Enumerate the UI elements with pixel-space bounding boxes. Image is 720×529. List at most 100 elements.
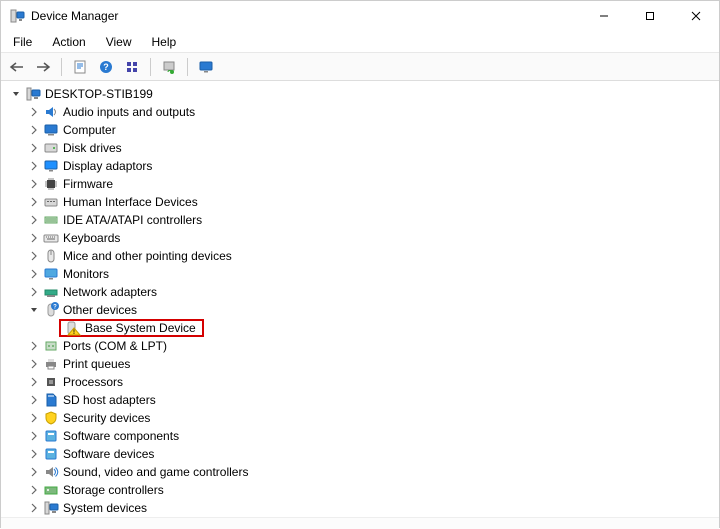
tree-node[interactable]: Processors (7, 373, 713, 391)
chevron-right-icon[interactable] (27, 159, 41, 173)
menu-file[interactable]: File (5, 33, 40, 51)
chevron-right-icon[interactable] (27, 375, 41, 389)
help-button[interactable] (94, 56, 118, 78)
tree-node[interactable]: SD host adapters (7, 391, 713, 409)
device-tree[interactable]: DESKTOP-STIB199 Audio inputs and outputs C… (1, 81, 719, 517)
port-icon (43, 338, 59, 354)
tree-node-label: DESKTOP-STIB199 (45, 87, 153, 101)
chevron-right-icon[interactable] (27, 357, 41, 371)
cpu-icon (43, 374, 59, 390)
tree-node-label: Other devices (63, 303, 137, 317)
tree-node-label: Print queues (63, 357, 130, 371)
sd-icon (43, 392, 59, 408)
close-button[interactable] (673, 1, 719, 31)
tree-node-label: Audio inputs and outputs (63, 105, 195, 119)
tree-node[interactable]: Software components (7, 427, 713, 445)
tree-node-label: Sound, video and game controllers (63, 465, 248, 479)
app-icon (9, 8, 25, 24)
chevron-right-icon[interactable] (27, 393, 41, 407)
chevron-right-icon[interactable] (27, 123, 41, 137)
tree-node[interactable]: Mice and other pointing devices (7, 247, 713, 265)
menu-action[interactable]: Action (44, 33, 93, 51)
chevron-down-icon[interactable] (27, 303, 41, 317)
monitor-icon (43, 266, 59, 282)
chevron-right-icon[interactable] (27, 267, 41, 281)
forward-button[interactable] (31, 56, 55, 78)
printer-icon (43, 356, 59, 372)
tree-node[interactable]: Base System Device (7, 319, 713, 337)
tree-node-label: SD host adapters (63, 393, 156, 407)
speaker-icon (43, 104, 59, 120)
menu-help[interactable]: Help (144, 33, 185, 51)
tree-node[interactable]: Disk drives (7, 139, 713, 157)
tree-node-label: Storage controllers (63, 483, 164, 497)
tree-node[interactable]: Display adaptors (7, 157, 713, 175)
mouse-icon (43, 248, 59, 264)
tree-node[interactable]: IDE ATA/ATAPI controllers (7, 211, 713, 229)
tree-node[interactable]: Ports (COM & LPT) (7, 337, 713, 355)
tree-node[interactable]: Audio inputs and outputs (7, 103, 713, 121)
chevron-right-icon[interactable] (27, 285, 41, 299)
ide-icon (43, 212, 59, 228)
tree-node-label: Firmware (63, 177, 113, 191)
tree-node[interactable]: Network adapters (7, 283, 713, 301)
chevron-right-icon[interactable] (27, 447, 41, 461)
warn-icon (65, 320, 81, 336)
tree-node[interactable]: System devices (7, 499, 713, 517)
software-icon (43, 428, 59, 444)
tree-node[interactable]: DESKTOP-STIB199 (7, 85, 713, 103)
tree-node[interactable]: Monitors (7, 265, 713, 283)
properties-button[interactable] (68, 56, 92, 78)
menu-view[interactable]: View (98, 33, 140, 51)
chevron-right-icon[interactable] (27, 483, 41, 497)
tree-node-label: Security devices (63, 411, 150, 425)
chevron-right-icon[interactable] (27, 429, 41, 443)
chevron-right-icon[interactable] (27, 213, 41, 227)
highlighted-device[interactable]: Base System Device (59, 319, 204, 337)
devices-by-type-button[interactable] (194, 56, 218, 78)
chevron-right-icon[interactable] (27, 249, 41, 263)
tree-node[interactable]: Security devices (7, 409, 713, 427)
tree-node-label: Software devices (63, 447, 154, 461)
tree-node[interactable]: Computer (7, 121, 713, 139)
computer-root-icon (25, 86, 41, 102)
chevron-right-icon[interactable] (27, 105, 41, 119)
back-button[interactable] (5, 56, 29, 78)
tree-node[interactable]: Sound, video and game controllers (7, 463, 713, 481)
window-title: Device Manager (31, 9, 118, 23)
chevron-right-icon[interactable] (27, 339, 41, 353)
display-icon (43, 158, 59, 174)
tree-node-label: Base System Device (85, 321, 196, 335)
system-icon (43, 500, 59, 516)
tree-node-label: Software components (63, 429, 179, 443)
tree-node-label: Computer (63, 123, 116, 137)
minimize-button[interactable] (581, 1, 627, 31)
tree-node[interactable]: Storage controllers (7, 481, 713, 499)
tree-node-label: Disk drives (63, 141, 122, 155)
disk-icon (43, 140, 59, 156)
tree-node-label: Human Interface Devices (63, 195, 198, 209)
tree-node-label: Mice and other pointing devices (63, 249, 232, 263)
tree-node[interactable]: Print queues (7, 355, 713, 373)
chevron-right-icon[interactable] (27, 141, 41, 155)
tree-node[interactable]: Human Interface Devices (7, 193, 713, 211)
chevron-right-icon[interactable] (27, 465, 41, 479)
tree-node[interactable]: Other devices (7, 301, 713, 319)
tree-node[interactable]: Software devices (7, 445, 713, 463)
tree-node[interactable]: Keyboards (7, 229, 713, 247)
chevron-right-icon[interactable] (27, 501, 41, 515)
scan-hardware-button[interactable] (157, 56, 181, 78)
tree-node-label: Ports (COM & LPT) (63, 339, 167, 353)
chevron-down-icon[interactable] (9, 87, 23, 101)
maximize-button[interactable] (627, 1, 673, 31)
chevron-right-icon[interactable] (27, 177, 41, 191)
question-icon (43, 302, 59, 318)
chevron-right-icon[interactable] (27, 411, 41, 425)
tree-node-label: Monitors (63, 267, 109, 281)
chevron-right-icon[interactable] (27, 231, 41, 245)
keyboard-icon (43, 230, 59, 246)
show-hidden-button[interactable] (120, 56, 144, 78)
tree-node[interactable]: Firmware (7, 175, 713, 193)
tree-node-label: Processors (63, 375, 123, 389)
chevron-right-icon[interactable] (27, 195, 41, 209)
